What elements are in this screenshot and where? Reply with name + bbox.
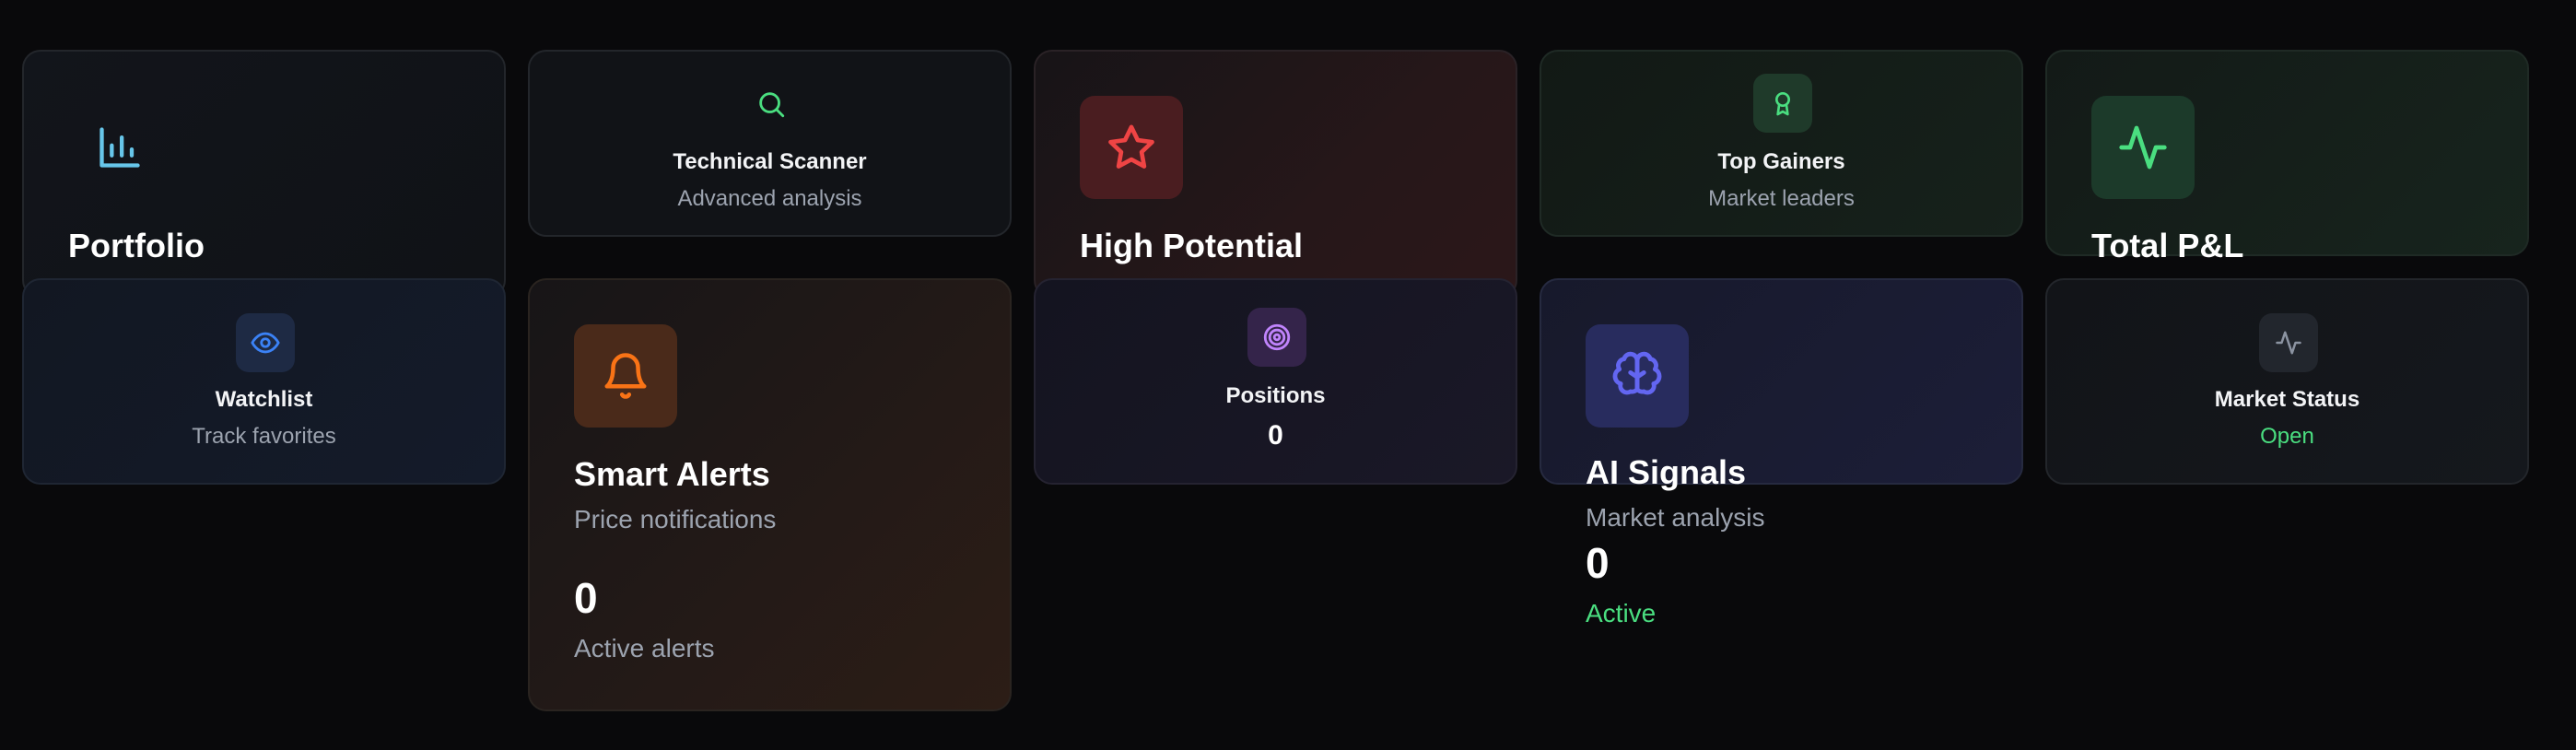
bell-icon xyxy=(574,324,677,428)
positions-title: Positions xyxy=(1225,383,1326,408)
watchlist-subtitle: Track favorites xyxy=(192,424,336,449)
market-status-card[interactable]: Market Status Open xyxy=(2045,278,2529,485)
total-pnl-title: Total P&L xyxy=(2091,227,2244,264)
ai-signals-subtitle: Market analysis xyxy=(1586,503,1765,532)
market-status-title: Market Status xyxy=(2214,387,2360,412)
technical-scanner-card[interactable]: Technical Scanner Advanced analysis xyxy=(528,50,1012,237)
market-status-value: Open xyxy=(2260,424,2314,449)
technical-scanner-subtitle: Advanced analysis xyxy=(677,186,862,211)
smart-alerts-count: 0 xyxy=(574,574,598,622)
target-icon xyxy=(1247,308,1306,367)
ai-signals-count: 0 xyxy=(1586,539,1610,587)
top-gainers-subtitle: Market leaders xyxy=(1708,186,1855,211)
technical-scanner-title: Technical Scanner xyxy=(673,149,867,174)
total-pnl-card[interactable]: Total P&L xyxy=(2045,50,2529,264)
top-gainers-card[interactable]: Top Gainers Market leaders xyxy=(1540,50,2023,237)
portfolio-title: Portfolio xyxy=(68,227,205,264)
bar-chart-icon xyxy=(68,96,171,199)
ai-signals-title: AI Signals xyxy=(1586,453,1747,491)
high-potential-title: High Potential xyxy=(1080,227,1303,264)
watchlist-card[interactable]: Watchlist Track favorites xyxy=(22,278,506,485)
award-icon xyxy=(1753,74,1812,133)
smart-alerts-card[interactable]: Smart Alerts Price notifications 0 Activ… xyxy=(528,278,1012,711)
portfolio-card[interactable]: Portfolio xyxy=(22,50,506,299)
positions-count: 0 xyxy=(1268,420,1283,451)
smart-alerts-subtitle: Price notifications xyxy=(574,505,777,533)
search-icon xyxy=(742,85,801,123)
positions-card[interactable]: Positions 0 xyxy=(1034,278,1517,485)
high-potential-card[interactable]: High Potential xyxy=(1034,50,1517,299)
smart-alerts-title: Smart Alerts xyxy=(574,455,770,493)
watchlist-title: Watchlist xyxy=(215,387,313,412)
brain-icon xyxy=(1586,324,1689,428)
eye-icon xyxy=(236,313,295,372)
star-icon xyxy=(1080,96,1183,199)
smart-alerts-count-label: Active alerts xyxy=(574,634,715,662)
top-gainers-title: Top Gainers xyxy=(1717,149,1845,174)
activity-icon xyxy=(2091,96,2195,199)
activity-icon xyxy=(2259,313,2318,372)
ai-signals-status: Active xyxy=(1586,599,1657,627)
